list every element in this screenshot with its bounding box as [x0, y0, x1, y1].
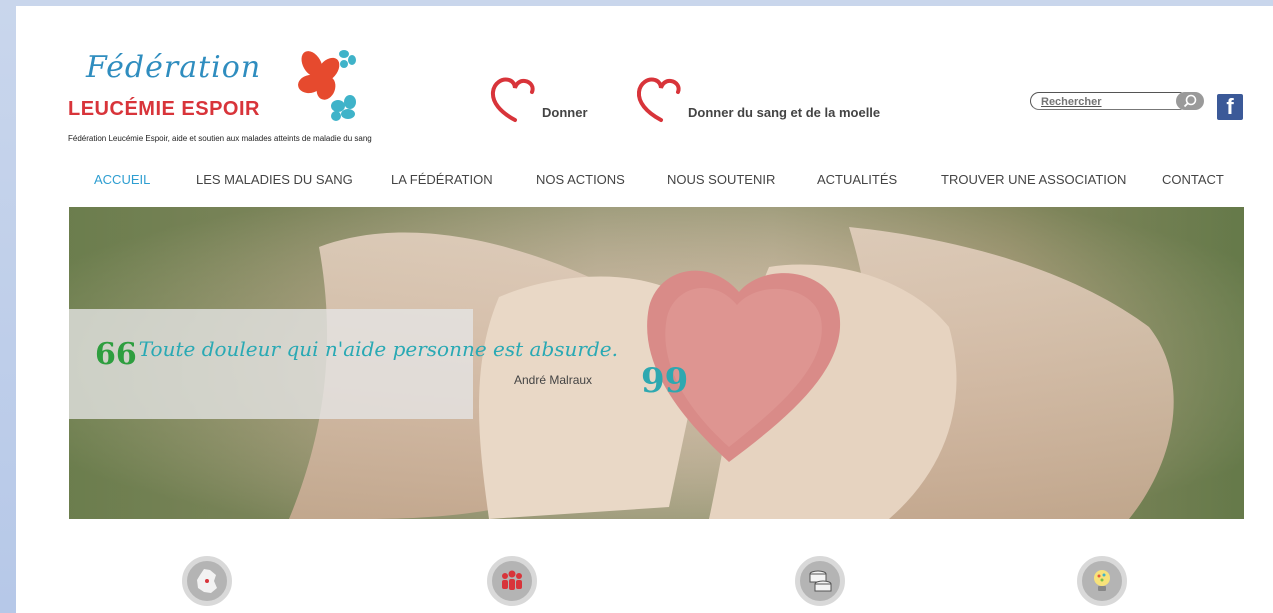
lightbulb-shape	[1094, 570, 1110, 591]
site-logo[interactable]: Fédération LEUCÉMIE ESPOIR	[68, 42, 368, 142]
search-box	[1030, 92, 1188, 110]
donate-blood-link[interactable]: Donner du sang et de la moelle	[636, 76, 880, 124]
heart-outline-icon	[636, 77, 681, 122]
hero-quote: 66 Toute douleur qui n'aide personne est …	[95, 337, 618, 372]
search-icon	[1183, 94, 1197, 108]
nav-item-maladies[interactable]: LES MALADIES DU SANG	[196, 172, 353, 187]
lightbulb-icon[interactable]	[1077, 556, 1127, 606]
close-quote-icon: 99	[641, 361, 689, 401]
france-map-shape	[197, 569, 217, 593]
nav-item-trouver[interactable]: TROUVER UNE ASSOCIATION	[941, 172, 1126, 187]
nav-item-actions[interactable]: NOS ACTIONS	[536, 172, 625, 187]
donate-link[interactable]: Donner	[490, 76, 588, 124]
main-nav: ACCUEIL LES MALADIES DU SANG LA FÉDÉRATI…	[16, 172, 1273, 192]
logo-script-text: Fédération	[86, 50, 262, 85]
flower-logo-icon	[298, 50, 356, 121]
search-bar	[1030, 92, 1206, 112]
people-group-shape	[502, 570, 522, 590]
site-tagline: Fédération Leucémie Espoir, aide et sout…	[68, 134, 372, 143]
facebook-label: f	[1226, 94, 1234, 119]
page: Fédération LEUCÉMIE ESPOIR Fédération Le…	[16, 6, 1273, 613]
coins-stack-icon[interactable]	[795, 556, 845, 606]
nav-item-contact[interactable]: CONTACT	[1162, 172, 1224, 187]
quote-author: André Malraux	[514, 373, 593, 387]
nav-item-actualites[interactable]: ACTUALITÉS	[817, 172, 897, 187]
search-button[interactable]	[1176, 92, 1204, 110]
heart-outline-icon	[490, 77, 535, 122]
people-group-icon[interactable]	[487, 556, 537, 606]
logo-main-text: LEUCÉMIE ESPOIR	[68, 98, 260, 120]
donate-blood-label: Donner du sang et de la moelle	[688, 105, 881, 120]
france-map-icon[interactable]	[182, 556, 232, 606]
nav-item-federation[interactable]: LA FÉDÉRATION	[391, 172, 493, 187]
coins-stack-shape	[809, 570, 832, 592]
open-quote-icon: 66	[95, 337, 137, 372]
search-input[interactable]	[1041, 95, 1171, 109]
nav-item-soutenir[interactable]: NOUS SOUTENIR	[667, 172, 775, 187]
nav-item-accueil[interactable]: ACCUEIL	[94, 172, 150, 187]
donate-label: Donner	[542, 105, 588, 120]
quote-text: Toute douleur qui n'aide personne est ab…	[138, 337, 618, 361]
facebook-icon[interactable]: f	[1217, 94, 1243, 120]
hero-banner: 66 Toute douleur qui n'aide personne est …	[69, 207, 1244, 519]
